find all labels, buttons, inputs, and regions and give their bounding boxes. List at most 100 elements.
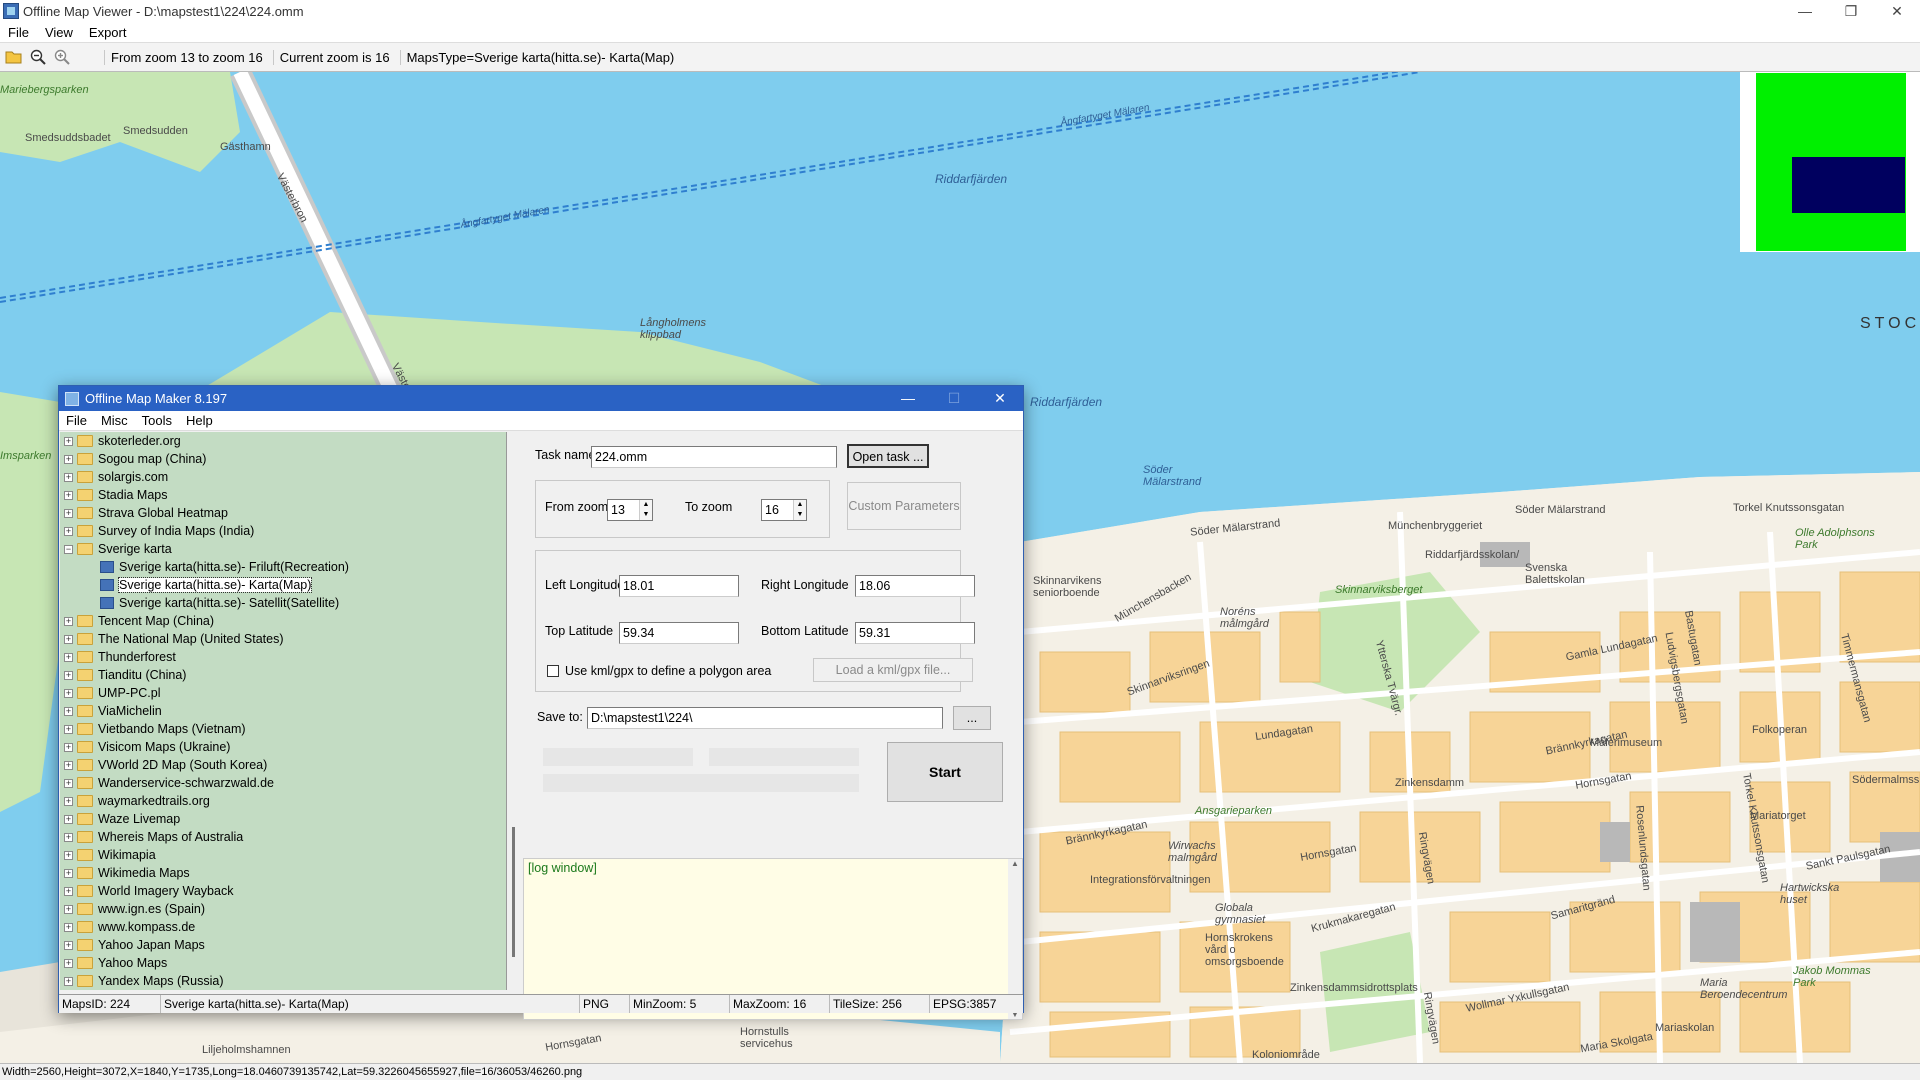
custom-parameters-button[interactable]: Custom Parameters	[847, 482, 961, 530]
tree-folder-item[interactable]: + Yahoo Japan Maps	[60, 936, 506, 954]
tree-scrollbar[interactable]	[508, 432, 522, 990]
browse-button[interactable]: ...	[953, 706, 991, 730]
from-zoom-stepper[interactable]: 13 ▲ ▼	[607, 499, 653, 521]
expand-icon[interactable]: +	[64, 652, 73, 662]
tree-folder-item[interactable]: + www.kompass.de	[60, 918, 506, 936]
tree-folder-item[interactable]: + UMP-PC.pl	[60, 684, 506, 702]
maximize-button[interactable]: ❐	[1828, 0, 1874, 22]
expand-icon[interactable]: +	[64, 850, 73, 860]
tree-folder-item[interactable]: + waymarkedtrails.org	[60, 792, 506, 810]
tree-folder-item[interactable]: + Survey of India Maps (India)	[60, 522, 506, 540]
load-kml-button[interactable]: Load a kml/gpx file...	[813, 658, 973, 682]
menu-view[interactable]: View	[37, 25, 81, 40]
stepper-arrows-icon[interactable]: ▲ ▼	[639, 500, 652, 520]
tree-folder-item[interactable]: + Tencent Map (China)	[60, 612, 506, 630]
expand-icon[interactable]: +	[64, 526, 73, 536]
dialog-menu-misc[interactable]: Misc	[94, 413, 135, 428]
tree-folder-item[interactable]: + ViaMichelin	[60, 702, 506, 720]
from-zoom-value: 13	[611, 503, 625, 517]
tree-folder-item[interactable]: + Vietbando Maps (Vietnam)	[60, 720, 506, 738]
expand-icon[interactable]: +	[64, 814, 73, 824]
tree-scroll-thumb[interactable]	[512, 827, 515, 957]
tree-map-item[interactable]: Sverige karta(hitta.se)- Friluft(Recreat…	[60, 558, 506, 576]
expand-icon[interactable]: +	[64, 436, 73, 446]
tree-folder-item[interactable]: + Sogou map (China)	[60, 450, 506, 468]
tree-folder-item[interactable]: + solargis.com	[60, 468, 506, 486]
expand-icon[interactable]: +	[64, 670, 73, 680]
expand-icon[interactable]: +	[64, 706, 73, 716]
open-task-button[interactable]: Open task ...	[847, 444, 929, 468]
expand-icon[interactable]: +	[64, 454, 73, 464]
open-folder-icon[interactable]	[4, 47, 24, 67]
tree-folder-item[interactable]: + Wikimapia	[60, 846, 506, 864]
expand-icon[interactable]: +	[64, 868, 73, 878]
tree-folder-item[interactable]: + Whereis Maps of Australia	[60, 828, 506, 846]
dialog-close-button[interactable]: ✕	[977, 386, 1023, 411]
expand-icon[interactable]: +	[64, 508, 73, 518]
to-zoom-stepper[interactable]: 16 ▲ ▼	[761, 499, 807, 521]
tree-folder-item[interactable]: + Visicom Maps (Ukraine)	[60, 738, 506, 756]
minimize-button[interactable]: —	[1782, 0, 1828, 22]
expand-icon[interactable]: +	[64, 958, 73, 968]
right-longitude-input[interactable]: 18.06	[855, 575, 975, 597]
tree-item-label: Thunderforest	[98, 650, 176, 664]
tree-folder-item[interactable]: + Strava Global Heatmap	[60, 504, 506, 522]
left-longitude-input[interactable]: 18.01	[619, 575, 739, 597]
expand-icon[interactable]: +	[64, 940, 73, 950]
expand-icon[interactable]: +	[64, 688, 73, 698]
expand-icon[interactable]: +	[64, 724, 73, 734]
expand-icon[interactable]: +	[64, 976, 73, 986]
use-kml-checkbox[interactable]	[547, 665, 559, 677]
dialog-menu-tools[interactable]: Tools	[135, 413, 179, 428]
to-zoom-label: To zoom	[685, 500, 733, 514]
close-button[interactable]: ✕	[1874, 0, 1920, 22]
expand-icon[interactable]: +	[64, 760, 73, 770]
tree-folder-item[interactable]: + The National Map (United States)	[60, 630, 506, 648]
tree-map-item[interactable]: Sverige karta(hitta.se)- Karta(Map)	[60, 576, 506, 594]
tree-folder-item[interactable]: + Yahoo Maps	[60, 954, 506, 972]
dialog-minimize-button[interactable]: —	[885, 386, 931, 411]
tree-folder-item[interactable]: + Wanderservice-schwarzwald.de	[60, 774, 506, 792]
dialog-maximize-button[interactable]: ☐	[931, 386, 977, 411]
expand-icon[interactable]: +	[64, 886, 73, 896]
tree-folder-item[interactable]: + Stadia Maps	[60, 486, 506, 504]
tree-folder-item[interactable]: + Wikimedia Maps	[60, 864, 506, 882]
expand-icon[interactable]: +	[64, 616, 73, 626]
tree-folder-item[interactable]: + VWorld 2D Map (South Korea)	[60, 756, 506, 774]
tree-map-item[interactable]: Sverige karta(hitta.se)- Satellit(Satell…	[60, 594, 506, 612]
start-button[interactable]: Start	[887, 742, 1003, 802]
expand-icon[interactable]: +	[64, 472, 73, 482]
expand-icon[interactable]: +	[64, 490, 73, 500]
dialog-titlebar[interactable]: Offline Map Maker 8.197 — ☐ ✕	[59, 386, 1023, 411]
menu-export[interactable]: Export	[81, 25, 135, 40]
zoom-in-icon[interactable]	[52, 47, 72, 67]
tree-folder-item[interactable]: + Thunderforest	[60, 648, 506, 666]
tree-folder-item[interactable]: + Yandex Maps (Russia)	[60, 972, 506, 990]
task-name-input[interactable]: 224.omm	[591, 446, 837, 468]
collapse-icon[interactable]: −	[64, 544, 73, 554]
expand-icon[interactable]: +	[64, 922, 73, 932]
map-source-tree[interactable]: + skoterleder.org + Sogou map (China) + solar…	[60, 432, 507, 990]
tree-folder-item[interactable]: + World Imagery Wayback	[60, 882, 506, 900]
overview-minimap[interactable]	[1740, 72, 1920, 252]
menu-file[interactable]: File	[0, 25, 37, 40]
tree-folder-item[interactable]: + Waze Livemap	[60, 810, 506, 828]
dialog-menu-help[interactable]: Help	[179, 413, 220, 428]
expand-icon[interactable]: +	[64, 778, 73, 788]
stepper-arrows-icon[interactable]: ▲ ▼	[793, 500, 806, 520]
top-latitude-input[interactable]: 59.34	[619, 622, 739, 644]
expand-icon[interactable]: +	[64, 832, 73, 842]
expand-icon[interactable]: +	[64, 796, 73, 806]
tree-folder-item[interactable]: + Tianditu (China)	[60, 666, 506, 684]
dialog-menu-file[interactable]: File	[59, 413, 94, 428]
expand-icon[interactable]: +	[64, 742, 73, 752]
expand-icon[interactable]: +	[64, 634, 73, 644]
tree-folder-item[interactable]: + www.ign.es (Spain)	[60, 900, 506, 918]
tree-folder-item[interactable]: + skoterleder.org	[60, 432, 506, 450]
expand-icon[interactable]: +	[64, 904, 73, 914]
zoom-out-icon[interactable]	[28, 47, 48, 67]
tree-folder-item[interactable]: − Sverige karta	[60, 540, 506, 558]
bottom-latitude-input[interactable]: 59.31	[855, 622, 975, 644]
map-label: Mariebergsparken	[0, 84, 89, 96]
save-to-input[interactable]: D:\mapstest1\224\	[587, 707, 943, 729]
